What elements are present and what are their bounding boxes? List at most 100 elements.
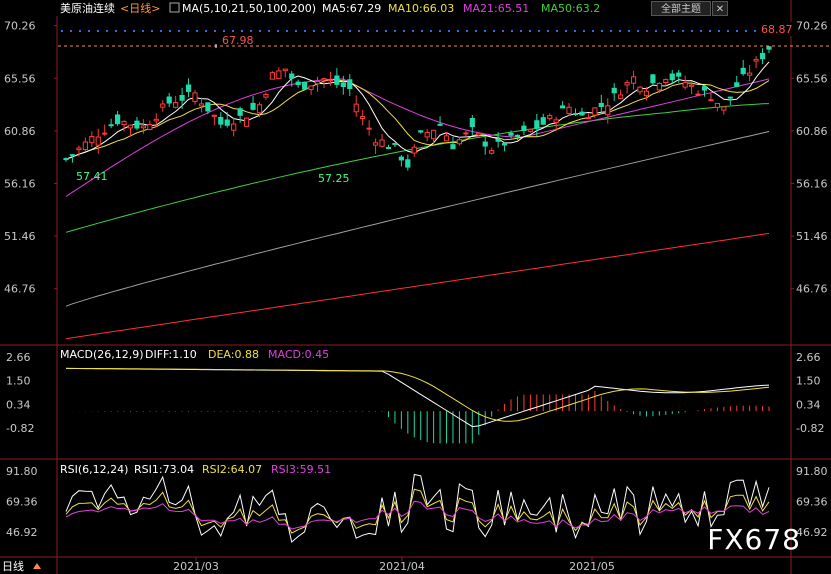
- candle-body: [179, 94, 185, 101]
- candle-body: [469, 118, 475, 128]
- fx678-watermark: FX678: [707, 523, 801, 556]
- candle-body: [353, 103, 359, 113]
- candle-body: [650, 74, 656, 84]
- candle-body: [95, 136, 101, 146]
- candle-body: [734, 82, 740, 87]
- candle-body: [463, 132, 469, 135]
- candle-body: [134, 120, 140, 129]
- alert-dot: [600, 29, 604, 33]
- candle-body: [314, 80, 321, 85]
- candle-body: [166, 96, 172, 104]
- low-label-1: 57.41: [76, 170, 108, 183]
- candle-body: [108, 124, 114, 127]
- macd-hist: MACD:0.45: [268, 348, 329, 361]
- candlestick-chart: 70.26 70.26 65.56 65.56 60.86 60.86 56.16 56.16…: [0, 0, 831, 574]
- rsi2-value: RSI2:64.07: [202, 463, 262, 476]
- candle-body: [579, 111, 585, 116]
- alert-dot: [78, 29, 82, 33]
- ma5-value: MA5:67.29: [322, 2, 381, 15]
- candle-body: [663, 78, 669, 84]
- alert-dot: [267, 29, 271, 33]
- candle-body: [747, 72, 753, 76]
- candle-body: [501, 142, 508, 146]
- alert-dot: [204, 29, 208, 33]
- candle-body: [263, 94, 269, 98]
- price-tick-right: 60.86: [796, 125, 828, 138]
- alert-dot: [177, 29, 181, 33]
- alert-dot: [132, 29, 136, 33]
- macd-dea: DEA:0.88: [208, 348, 259, 361]
- candle-body: [372, 142, 379, 146]
- alert-dot: [231, 29, 235, 33]
- candle-body: [250, 102, 256, 110]
- candle-body: [308, 85, 314, 91]
- close-button[interactable]: ✕: [712, 1, 728, 16]
- candle-body: [643, 90, 650, 97]
- candle-body: [289, 73, 295, 79]
- period-label: 日线: [2, 559, 24, 573]
- candle-body: [392, 142, 398, 145]
- candle-body: [695, 93, 701, 96]
- macd-tick-right: -0.82: [796, 422, 824, 435]
- alert-dot: [339, 29, 343, 33]
- candle-body: [514, 134, 521, 138]
- alert-dot: [456, 29, 460, 33]
- candle-body: [76, 147, 82, 151]
- candle-body: [701, 86, 708, 91]
- alert-dot: [618, 29, 622, 33]
- price-tick-right: 65.56: [796, 72, 828, 85]
- alert-dot: [312, 29, 316, 33]
- candle-body: [450, 144, 456, 150]
- candle-body: [360, 116, 366, 120]
- candle-body: [321, 78, 327, 81]
- alert-dot: [105, 29, 109, 33]
- macd-tick-left: 1.50: [6, 375, 31, 388]
- date-label: 2021/03: [173, 560, 219, 573]
- candle-body: [553, 119, 559, 123]
- candle-body: [431, 129, 437, 140]
- alert-dot: [645, 29, 649, 33]
- macd-tick-right: 2.66: [796, 351, 821, 364]
- rsi1-value: RSI1:73.04: [134, 463, 194, 476]
- candle-body: [398, 156, 404, 161]
- alert-dot: [141, 29, 145, 33]
- candle-body: [708, 99, 714, 102]
- candle-body: [327, 79, 334, 82]
- candle-body: [379, 139, 385, 147]
- macd-title: MACD(26,12,9): [60, 348, 144, 361]
- alert-dot: [519, 29, 523, 33]
- alert-dot: [393, 29, 397, 33]
- alert-dot: [501, 29, 505, 33]
- price-tick-left: 60.86: [4, 125, 36, 138]
- macd-tick-left: 0.34: [6, 398, 31, 411]
- candle-body: [198, 103, 205, 107]
- alert-dot: [294, 29, 298, 33]
- alert-dot: [699, 29, 703, 33]
- alert-dot: [186, 29, 190, 33]
- macd-diff: DIFF:1.10: [145, 348, 197, 361]
- candle-body: [302, 81, 308, 90]
- candle-body: [527, 128, 533, 132]
- price-tick-right: 56.16: [796, 177, 828, 190]
- date-label: 2021/04: [379, 560, 425, 573]
- candle-body: [630, 76, 637, 84]
- candle-body: [611, 87, 617, 94]
- all-themes-button[interactable]: 全部主题: [651, 1, 711, 16]
- candle-body: [753, 59, 759, 62]
- rsi-tick-left: 46.92: [6, 526, 38, 539]
- alert-dot: [195, 29, 199, 33]
- alert-dot: [321, 29, 325, 33]
- alert-dot: [672, 29, 676, 33]
- candle-body: [418, 130, 424, 133]
- candle-body: [476, 132, 482, 136]
- high-label: 67.98: [222, 34, 254, 47]
- candle-body: [205, 102, 211, 112]
- candle-body: [63, 158, 69, 161]
- candle-body: [572, 113, 579, 116]
- candle-body: [598, 102, 604, 107]
- alert-dot: [582, 29, 586, 33]
- candle-body: [243, 117, 250, 127]
- background: [0, 0, 831, 574]
- candle-body: [689, 84, 695, 87]
- candle-body: [508, 132, 514, 136]
